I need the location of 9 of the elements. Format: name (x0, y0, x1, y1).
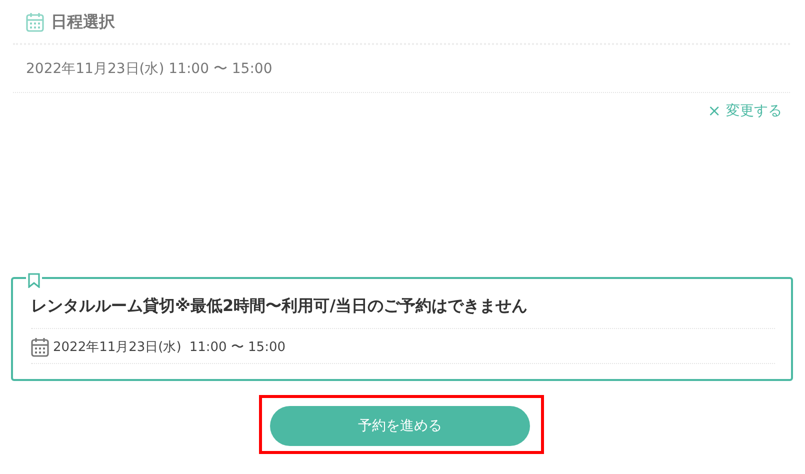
plan-time: 11:00 〜 15:00 (189, 338, 286, 356)
proceed-button[interactable]: 予約を進める (270, 406, 530, 446)
calendar-icon (26, 12, 44, 32)
selected-datetime: 2022年11月23日(水) 11:00 〜 15:00 (13, 45, 790, 93)
calendar-icon (31, 337, 49, 357)
change-link[interactable]: × 変更する (708, 101, 782, 120)
section-title: 日程選択 (51, 12, 115, 32)
plan-title: レンタルルーム貸切※最低2時間〜利用可/当日のご予約はできません (31, 296, 775, 329)
plan-date: 2022年11月23日(水) (53, 338, 182, 356)
